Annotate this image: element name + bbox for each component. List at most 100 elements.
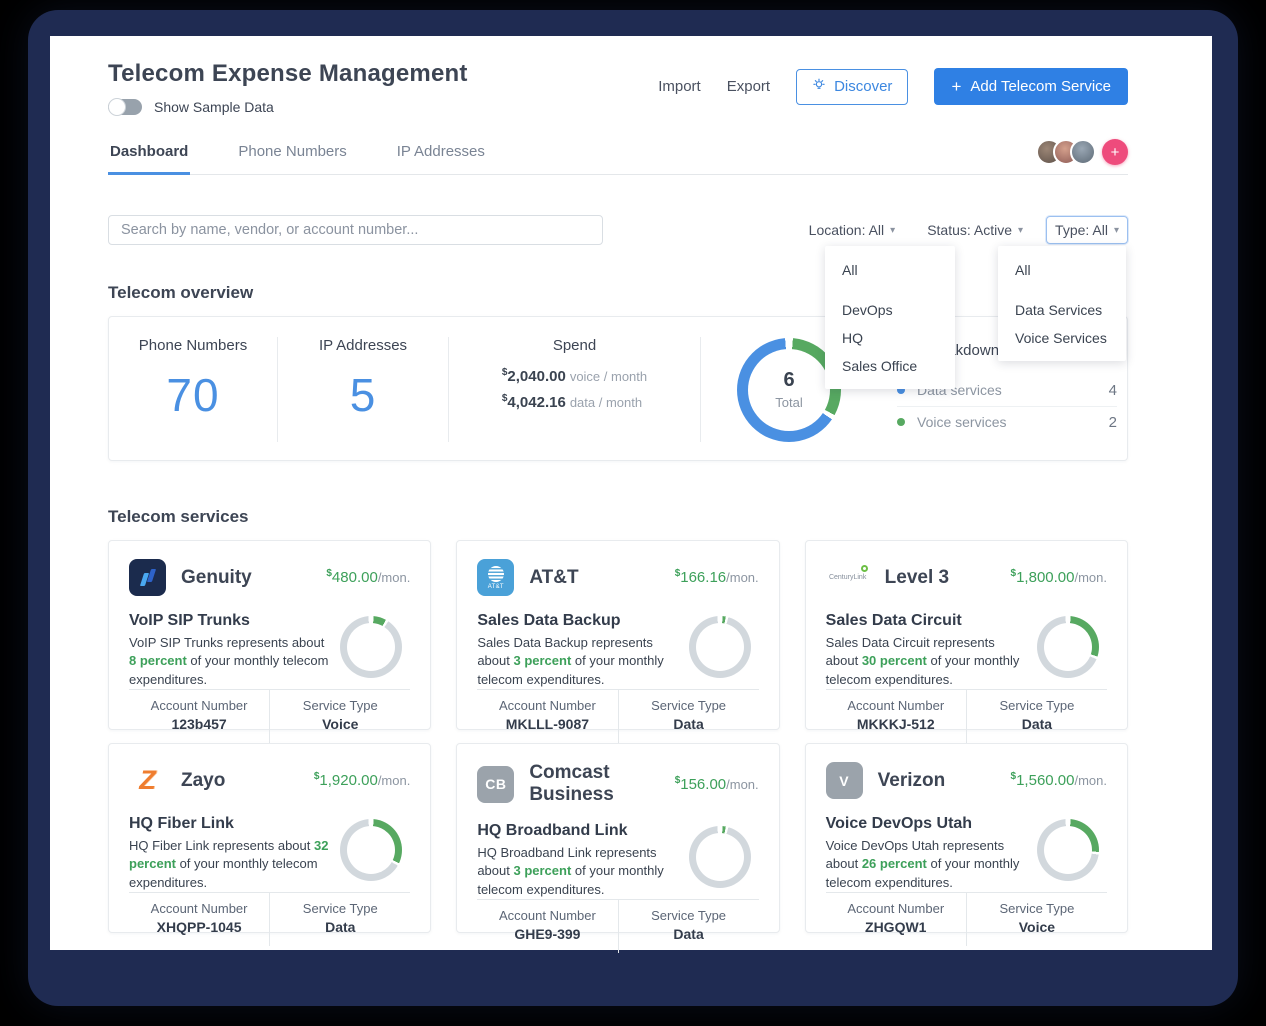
spend-voice-row: $2,040.00voice / month [502,367,647,386]
account-number-label: Account Number [129,901,269,916]
search-filter-bar: Location: All ▾ Status: Active ▾ Type: A… [108,215,1128,245]
service-type-label: Service Type [270,901,410,916]
att-logo-icon: AT&T [477,559,514,596]
plus-icon: + [951,78,961,95]
search-input[interactable] [108,215,603,245]
ip-addresses-label: IP Addresses [278,337,448,354]
location-filter[interactable]: Location: All ▾ [800,216,905,244]
service-type-label: Service Type [270,698,410,713]
avatar[interactable] [1070,139,1096,165]
account-number-value: 123b457 [129,716,269,732]
donut-total-value: 6 [783,369,794,392]
monthly-price: $1,920.00/mon. [314,771,410,790]
account-number-value: MKLLL-9087 [477,716,617,732]
service-type-value: Data [619,926,759,942]
import-button[interactable]: Import [658,78,701,95]
account-number-value: MKKKJ-512 [826,716,966,732]
service-card-genuity[interactable]: Genuity $480.00/mon. VoIP SIP Trunks VoI… [108,540,431,730]
overview-card: Phone Numbers 70 IP Addresses 5 Spend $2… [108,316,1128,461]
main-panel: Telecom Expense Management Show Sample D… [50,36,1212,950]
phone-numbers-count: 70 [109,368,277,422]
service-card-zayo[interactable]: Z Zayo $1,920.00/mon. HQ Fiber Link HQ F… [108,743,431,933]
account-number-label: Account Number [129,698,269,713]
overview-section-title: Telecom overview [108,283,1128,303]
service-type-label: Service Type [619,908,759,923]
app-frame: Telecom Expense Management Show Sample D… [28,10,1238,1006]
monthly-price: $480.00/mon. [326,568,410,587]
status-filter[interactable]: Status: Active ▾ [918,216,1032,244]
type-dropdown-menu: All Data Services Voice Services [998,246,1126,361]
service-type-value: Voice [270,716,410,732]
service-type-value: Data [270,919,410,935]
percent-gauge [340,819,402,881]
vendor-name: Comcast Business [529,762,674,806]
service-description: Sales Data Circuit represents about 30 p… [826,634,1026,689]
spend-data-row: $4,042.16data / month [502,393,647,412]
account-number-value: ZHGQW1 [826,919,966,935]
percent-gauge [689,616,751,678]
add-member-button[interactable]: + [1102,139,1128,165]
location-option-devops[interactable]: DevOps [825,296,955,324]
type-option-voice-services[interactable]: Voice Services [998,324,1126,352]
vendor-name: Genuity [181,567,252,589]
type-option-data-services[interactable]: Data Services [998,296,1126,324]
service-name: HQ Fiber Link [129,815,330,833]
genuity-logo-icon [129,559,166,596]
account-number-label: Account Number [826,901,966,916]
account-number-label: Account Number [477,698,617,713]
location-option-all[interactable]: All [825,255,955,284]
service-type-label: Service Type [967,901,1107,916]
chevron-down-icon: ▾ [1114,225,1119,236]
legend-row-voice-services: Voice services 2 [897,406,1117,438]
service-card-comcast-business[interactable]: CB Comcast Business $156.00/mon. HQ Broa… [456,743,779,933]
spend-label: Spend [449,337,700,354]
vendor-name: Zayo [181,770,225,792]
toggle-label: Show Sample Data [154,99,274,115]
chevron-down-icon: ▾ [1018,225,1023,236]
phone-numbers-label: Phone Numbers [109,337,277,354]
zayo-logo-icon: Z [129,762,166,799]
legend-dot-green [897,418,905,426]
export-button[interactable]: Export [727,78,770,95]
service-card-att[interactable]: AT&T AT&T $166.16/mon. Sales Data Backup… [456,540,779,730]
percent-gauge [1037,616,1099,678]
vendor-name: AT&T [529,567,578,589]
type-filter[interactable]: Type: All ▾ [1046,216,1128,244]
comcast-business-logo-icon: CB [477,766,514,803]
location-dropdown-menu: All DevOps HQ Sales Office [825,246,955,389]
ip-addresses-count: 5 [278,368,448,422]
monthly-price: $156.00/mon. [675,775,759,794]
account-number-value: XHQPP-1045 [129,919,269,935]
service-description: HQ Broadband Link represents about 3 per… [477,844,677,899]
service-name: VoIP SIP Trunks [129,612,330,630]
page-header: Telecom Expense Management Show Sample D… [108,60,1128,115]
service-type-value: Data [967,716,1107,732]
location-option-sales-office[interactable]: Sales Office [825,352,955,380]
chevron-down-icon: ▾ [890,225,895,236]
tab-bar: Dashboard Phone Numbers IP Addresses + [108,135,1128,175]
account-number-label: Account Number [477,908,617,923]
service-card-level3[interactable]: CenturyLink Level 3 $1,800.00/mon. Sales… [805,540,1128,730]
service-name: Voice DevOps Utah [826,815,1027,833]
percent-gauge [340,616,402,678]
account-number-value: GHE9-399 [477,926,617,942]
tab-dashboard[interactable]: Dashboard [108,135,190,175]
account-number-label: Account Number [826,698,966,713]
tab-phone-numbers[interactable]: Phone Numbers [236,135,348,174]
verizon-logo-icon: V [826,762,863,799]
show-sample-data-toggle[interactable] [108,99,142,115]
service-description: Voice DevOps Utah represents about 26 pe… [826,837,1026,892]
service-type-value: Data [619,716,759,732]
toggle-knob [108,98,126,116]
tab-ip-addresses[interactable]: IP Addresses [395,135,487,174]
service-type-value: Voice [967,919,1107,935]
team-avatars: + [1036,139,1128,165]
services-grid: Genuity $480.00/mon. VoIP SIP Trunks VoI… [108,540,1128,933]
type-option-all[interactable]: All [998,255,1126,284]
service-name: HQ Broadband Link [477,822,678,840]
discover-button[interactable]: Discover [796,69,908,105]
add-telecom-service-button[interactable]: + Add Telecom Service [934,68,1128,105]
service-card-verizon[interactable]: V Verizon $1,560.00/mon. Voice DevOps Ut… [805,743,1128,933]
vendor-name: Verizon [878,770,946,792]
location-option-hq[interactable]: HQ [825,324,955,352]
